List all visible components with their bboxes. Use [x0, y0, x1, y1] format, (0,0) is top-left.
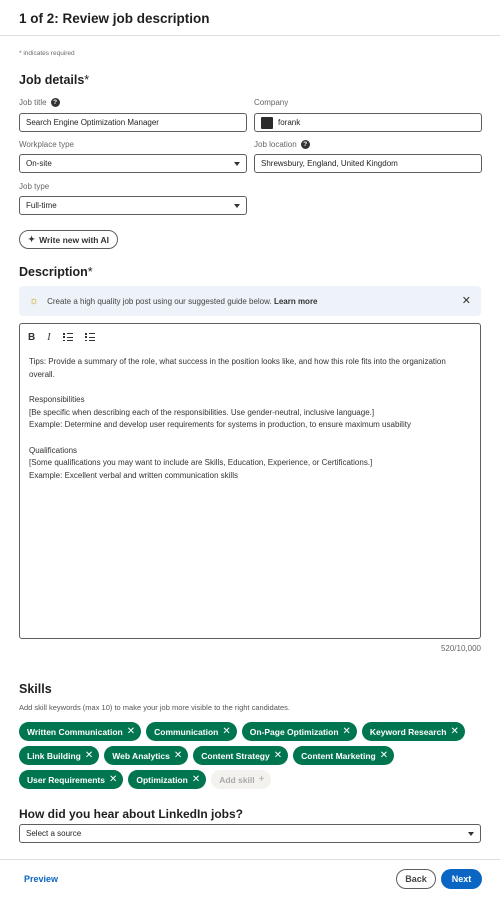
workplace-type-value: On-site — [26, 159, 52, 168]
numbered-list-icon[interactable] — [84, 333, 95, 341]
skill-chip[interactable]: Keyword Research ✕ — [361, 722, 465, 741]
next-button[interactable]: Next — [441, 869, 482, 889]
help-icon[interactable]: ? — [50, 98, 60, 107]
italic-button[interactable]: I — [47, 332, 50, 343]
bullet-list-icon[interactable] — [62, 333, 73, 341]
editor-toolbar: B I — [20, 324, 480, 350]
add-skill-button: Add skill + — [211, 770, 271, 789]
write-new-with-ai-button[interactable]: ✦ Write new with AI — [19, 230, 119, 249]
skills-hint: Add skill keywords (max 10) to make your… — [19, 703, 290, 712]
close-icon[interactable]: ✕ — [222, 726, 230, 737]
description-editor[interactable]: B I Tips: Provide a summary of the role,… — [19, 323, 481, 639]
chevron-down-icon — [234, 203, 240, 208]
skill-chip[interactable]: User Requirements ✕ — [19, 770, 124, 789]
skills-heading: Skills — [19, 682, 52, 696]
skill-chip[interactable]: Written Communication ✕ — [19, 722, 142, 741]
learn-more-link[interactable]: Learn more — [274, 297, 318, 306]
company-input[interactable]: forank — [254, 113, 482, 132]
job-location-label: Job location? — [254, 140, 310, 149]
close-icon[interactable]: ✕ — [85, 750, 93, 761]
close-icon[interactable]: ✕ — [174, 750, 182, 761]
responsibilities-heading: Responsibilities — [29, 395, 85, 404]
job-title-label: Job title? — [19, 98, 60, 107]
skills-list: Written Communication ✕ Communication ✕ On… — [19, 722, 489, 789]
close-icon[interactable]: ✕ — [274, 750, 282, 761]
bold-button[interactable]: B — [28, 332, 35, 343]
intro-text: Tips: Provide a summary of the role, wha… — [29, 357, 446, 379]
qualifications-heading: Qualifications — [29, 445, 78, 455]
workplace-type-label: Workplace type — [19, 140, 74, 149]
skill-chip[interactable]: Communication ✕ — [146, 722, 237, 741]
company-logo-icon — [261, 116, 273, 129]
chevron-down-icon — [468, 831, 474, 836]
close-icon[interactable]: ✕ — [343, 726, 351, 737]
close-icon[interactable]: ✕ — [462, 294, 471, 307]
required-note: * indicates required — [19, 50, 75, 57]
page-title: 1 of 2: Review job description — [19, 11, 210, 26]
close-icon[interactable]: ✕ — [380, 750, 388, 761]
job-type-value: Full-time — [26, 201, 57, 210]
skill-chip[interactable]: Web Analytics ✕ — [104, 746, 189, 765]
lightbulb-icon: ☼ — [29, 295, 40, 307]
job-type-label: Job type — [19, 182, 50, 191]
skill-chip[interactable]: Link Building ✕ — [19, 746, 100, 765]
back-button[interactable]: Back — [396, 869, 436, 889]
skill-chip[interactable]: Content Strategy ✕ — [193, 746, 289, 765]
description-heading: Description* — [19, 265, 93, 279]
source-question: How did you hear about LinkedIn jobs? — [19, 807, 244, 821]
plus-icon: + — [258, 774, 265, 785]
close-icon[interactable]: ✕ — [109, 774, 117, 785]
source-placeholder: Select a source — [26, 829, 82, 838]
character-counter: 520/10,000 — [440, 644, 481, 653]
workplace-type-select[interactable]: On-site — [19, 154, 247, 173]
help-icon[interactable]: ? — [300, 140, 310, 149]
preview-link[interactable]: Preview — [24, 874, 58, 884]
close-icon[interactable]: ✕ — [450, 726, 458, 737]
responsibilities-example: Example: Determine and develop user requ… — [29, 420, 411, 429]
qualifications-example: Example: Excellent verbal and written co… — [29, 470, 238, 480]
company-label: Company — [254, 98, 289, 107]
job-details-heading: Job details* — [19, 73, 90, 87]
job-title-input[interactable]: Search Engine Optimization Manager — [19, 113, 247, 132]
job-location-input[interactable]: Shrewsbury, England, United Kingdom — [254, 154, 482, 173]
source-select[interactable]: Select a source — [19, 824, 481, 843]
skill-chip[interactable]: Content Marketing ✕ — [293, 746, 395, 765]
editor-content[interactable]: Tips: Provide a summary of the role, wha… — [20, 350, 480, 488]
guide-tip-banner: ☼ Create a high quality job post using o… — [19, 286, 481, 316]
job-type-select[interactable]: Full-time — [19, 196, 247, 215]
close-icon[interactable]: ✕ — [192, 774, 200, 785]
close-icon[interactable]: ✕ — [127, 726, 135, 737]
chevron-down-icon — [234, 161, 240, 166]
responsibilities-line: [Be specific when describing each of the… — [29, 407, 375, 417]
company-value: forank — [278, 118, 301, 127]
skill-chip[interactable]: On-Page Optimization ✕ — [241, 722, 357, 741]
qualifications-line: [Some qualifications you may want to inc… — [29, 458, 373, 467]
skill-chip[interactable]: Optimization ✕ — [128, 770, 207, 789]
sparkle-icon: ✦ — [28, 234, 36, 244]
